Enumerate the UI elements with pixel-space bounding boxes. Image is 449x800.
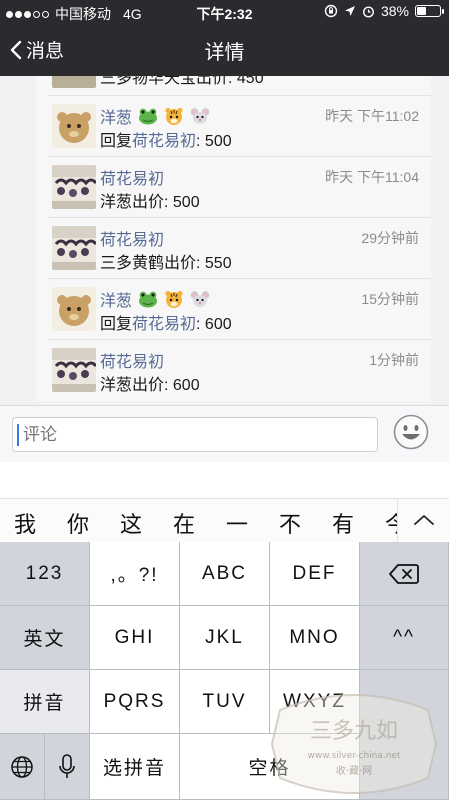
alarm-icon xyxy=(362,5,374,18)
comment-text: 三多物华天宝出价: 450 xyxy=(100,76,264,87)
frog-emoji-icon xyxy=(139,291,158,308)
key-pinyin[interactable]: 拼音 xyxy=(0,670,90,734)
comment-time: 1分钟前 xyxy=(369,352,419,368)
comment-time: 昨天 下午11:02 xyxy=(325,108,419,124)
candidate-word[interactable]: 一 xyxy=(226,507,248,539)
expand-candidates-button[interactable] xyxy=(397,499,449,542)
comment-text: 三多黄鹤出价: 550 xyxy=(100,255,232,272)
comment-author[interactable]: 洋葱 xyxy=(100,287,210,311)
svg-text:三多九如: 三多九如 xyxy=(310,719,398,744)
svg-text:收·藏·网: 收·藏·网 xyxy=(336,764,372,777)
comment-item[interactable]: 荷花易初 1分钟前 洋葱出价: 600 xyxy=(48,340,431,401)
comment-input[interactable] xyxy=(12,417,378,452)
svg-text:www.silver-china.net: www.silver-china.net xyxy=(307,751,401,761)
comment-list: 三多物华天宝出价: 450 洋葱 昨天 下午11:02 回复荷花易初: 500 … xyxy=(36,76,431,401)
candidate-word[interactable]: 这 xyxy=(120,507,142,539)
candidate-word[interactable]: 你 xyxy=(67,507,89,539)
key-english[interactable]: 英文 xyxy=(0,606,90,670)
comment-time: 昨天 下午11:04 xyxy=(325,169,419,185)
backspace-icon xyxy=(389,563,419,584)
key-pqrs[interactable]: PQRS xyxy=(90,670,180,734)
comment-text: 洋葱出价: 500 xyxy=(100,194,200,211)
frog-emoji-icon xyxy=(139,108,158,125)
candidate-word[interactable]: 在 xyxy=(173,507,195,539)
comment-author[interactable]: 洋葱 xyxy=(100,104,210,128)
comment-item[interactable]: 洋葱 15分钟前 回复荷花易初: 600 xyxy=(48,279,431,340)
battery-icon xyxy=(415,5,444,17)
comment-text: 回复荷花易初: 500 xyxy=(100,133,232,150)
key-mno[interactable]: MNO xyxy=(270,606,360,670)
spacer xyxy=(0,462,449,498)
microphone-icon xyxy=(59,753,75,778)
comment-item[interactable]: 荷花易初 29分钟前 三多黄鹤出价: 550 xyxy=(48,218,431,279)
avatar[interactable] xyxy=(52,226,96,270)
key-numbers[interactable]: 123 xyxy=(0,542,90,606)
comment-item[interactable]: 洋葱 昨天 下午11:02 回复荷花易初: 500 xyxy=(48,96,431,157)
reply-to-link[interactable]: 荷花易初 xyxy=(132,133,196,150)
globe-key[interactable] xyxy=(0,734,45,800)
status-bar: 中国移动 4G 下午2:32 38% xyxy=(0,0,449,24)
page-title: 详情 xyxy=(204,42,245,64)
avatar[interactable] xyxy=(52,287,96,331)
comment-item[interactable]: 三多物华天宝出价: 450 xyxy=(48,76,431,96)
backspace-key[interactable] xyxy=(360,542,449,606)
avatar[interactable] xyxy=(52,104,96,148)
reply-to-link[interactable]: 荷花易初 xyxy=(132,316,196,333)
rotation-lock-icon xyxy=(324,4,338,18)
comment-time: 29分钟前 xyxy=(361,230,419,246)
emoji-button[interactable] xyxy=(393,414,429,450)
tiger-emoji-icon xyxy=(165,290,183,308)
chevron-up-icon xyxy=(414,515,434,525)
key-ghi[interactable]: GHI xyxy=(90,606,180,670)
location-icon xyxy=(344,6,355,16)
status-right: 38% xyxy=(324,3,444,19)
watermark-logo: 三多九如 www.silver-china.net 收·藏·网 xyxy=(270,694,438,794)
text-cursor xyxy=(17,424,19,446)
key-tuv[interactable]: TUV xyxy=(180,670,270,734)
comment-text: 回复荷花易初: 600 xyxy=(100,316,232,333)
mouse-emoji-icon xyxy=(190,108,210,124)
candidate-word[interactable]: 不 xyxy=(279,507,301,539)
comment-text: 洋葱出价: 600 xyxy=(100,377,200,394)
globe-icon xyxy=(11,755,33,778)
comment-feed[interactable]: 三多物华天宝出价: 450 洋葱 昨天 下午11:02 回复荷花易初: 500 … xyxy=(0,76,449,405)
candidate-bar: 我 你 这 在 一 不 有 今 xyxy=(0,498,449,542)
battery-percent: 38% xyxy=(380,3,409,19)
avatar[interactable] xyxy=(52,165,96,209)
comment-author[interactable]: 荷花易初 xyxy=(100,348,164,372)
avatar[interactable] xyxy=(52,76,96,88)
key-abc[interactable]: ABC xyxy=(180,542,270,606)
key-select-pinyin[interactable]: 选拼音 xyxy=(90,734,180,800)
key-jkl[interactable]: JKL xyxy=(180,606,270,670)
candidate-word[interactable]: 我 xyxy=(14,507,36,539)
nav-bar: 消息 详情 xyxy=(0,24,449,76)
tiger-emoji-icon xyxy=(165,107,183,125)
mouse-emoji-icon xyxy=(190,291,210,307)
comment-item[interactable]: 荷花易初 昨天 下午11:04 洋葱出价: 500 xyxy=(48,157,431,218)
key-emoticon[interactable]: ^^ xyxy=(360,606,449,670)
key-punctuation[interactable]: ,。?! xyxy=(90,542,180,606)
key-def[interactable]: DEF xyxy=(270,542,360,606)
comment-input-bar xyxy=(0,405,449,462)
comment-author[interactable]: 荷花易初 xyxy=(100,226,164,250)
microphone-key[interactable] xyxy=(45,734,90,800)
comment-author[interactable]: 荷花易初 xyxy=(100,165,164,189)
avatar[interactable] xyxy=(52,348,96,392)
candidate-word[interactable]: 有 xyxy=(332,507,354,539)
comment-time: 15分钟前 xyxy=(361,291,419,307)
